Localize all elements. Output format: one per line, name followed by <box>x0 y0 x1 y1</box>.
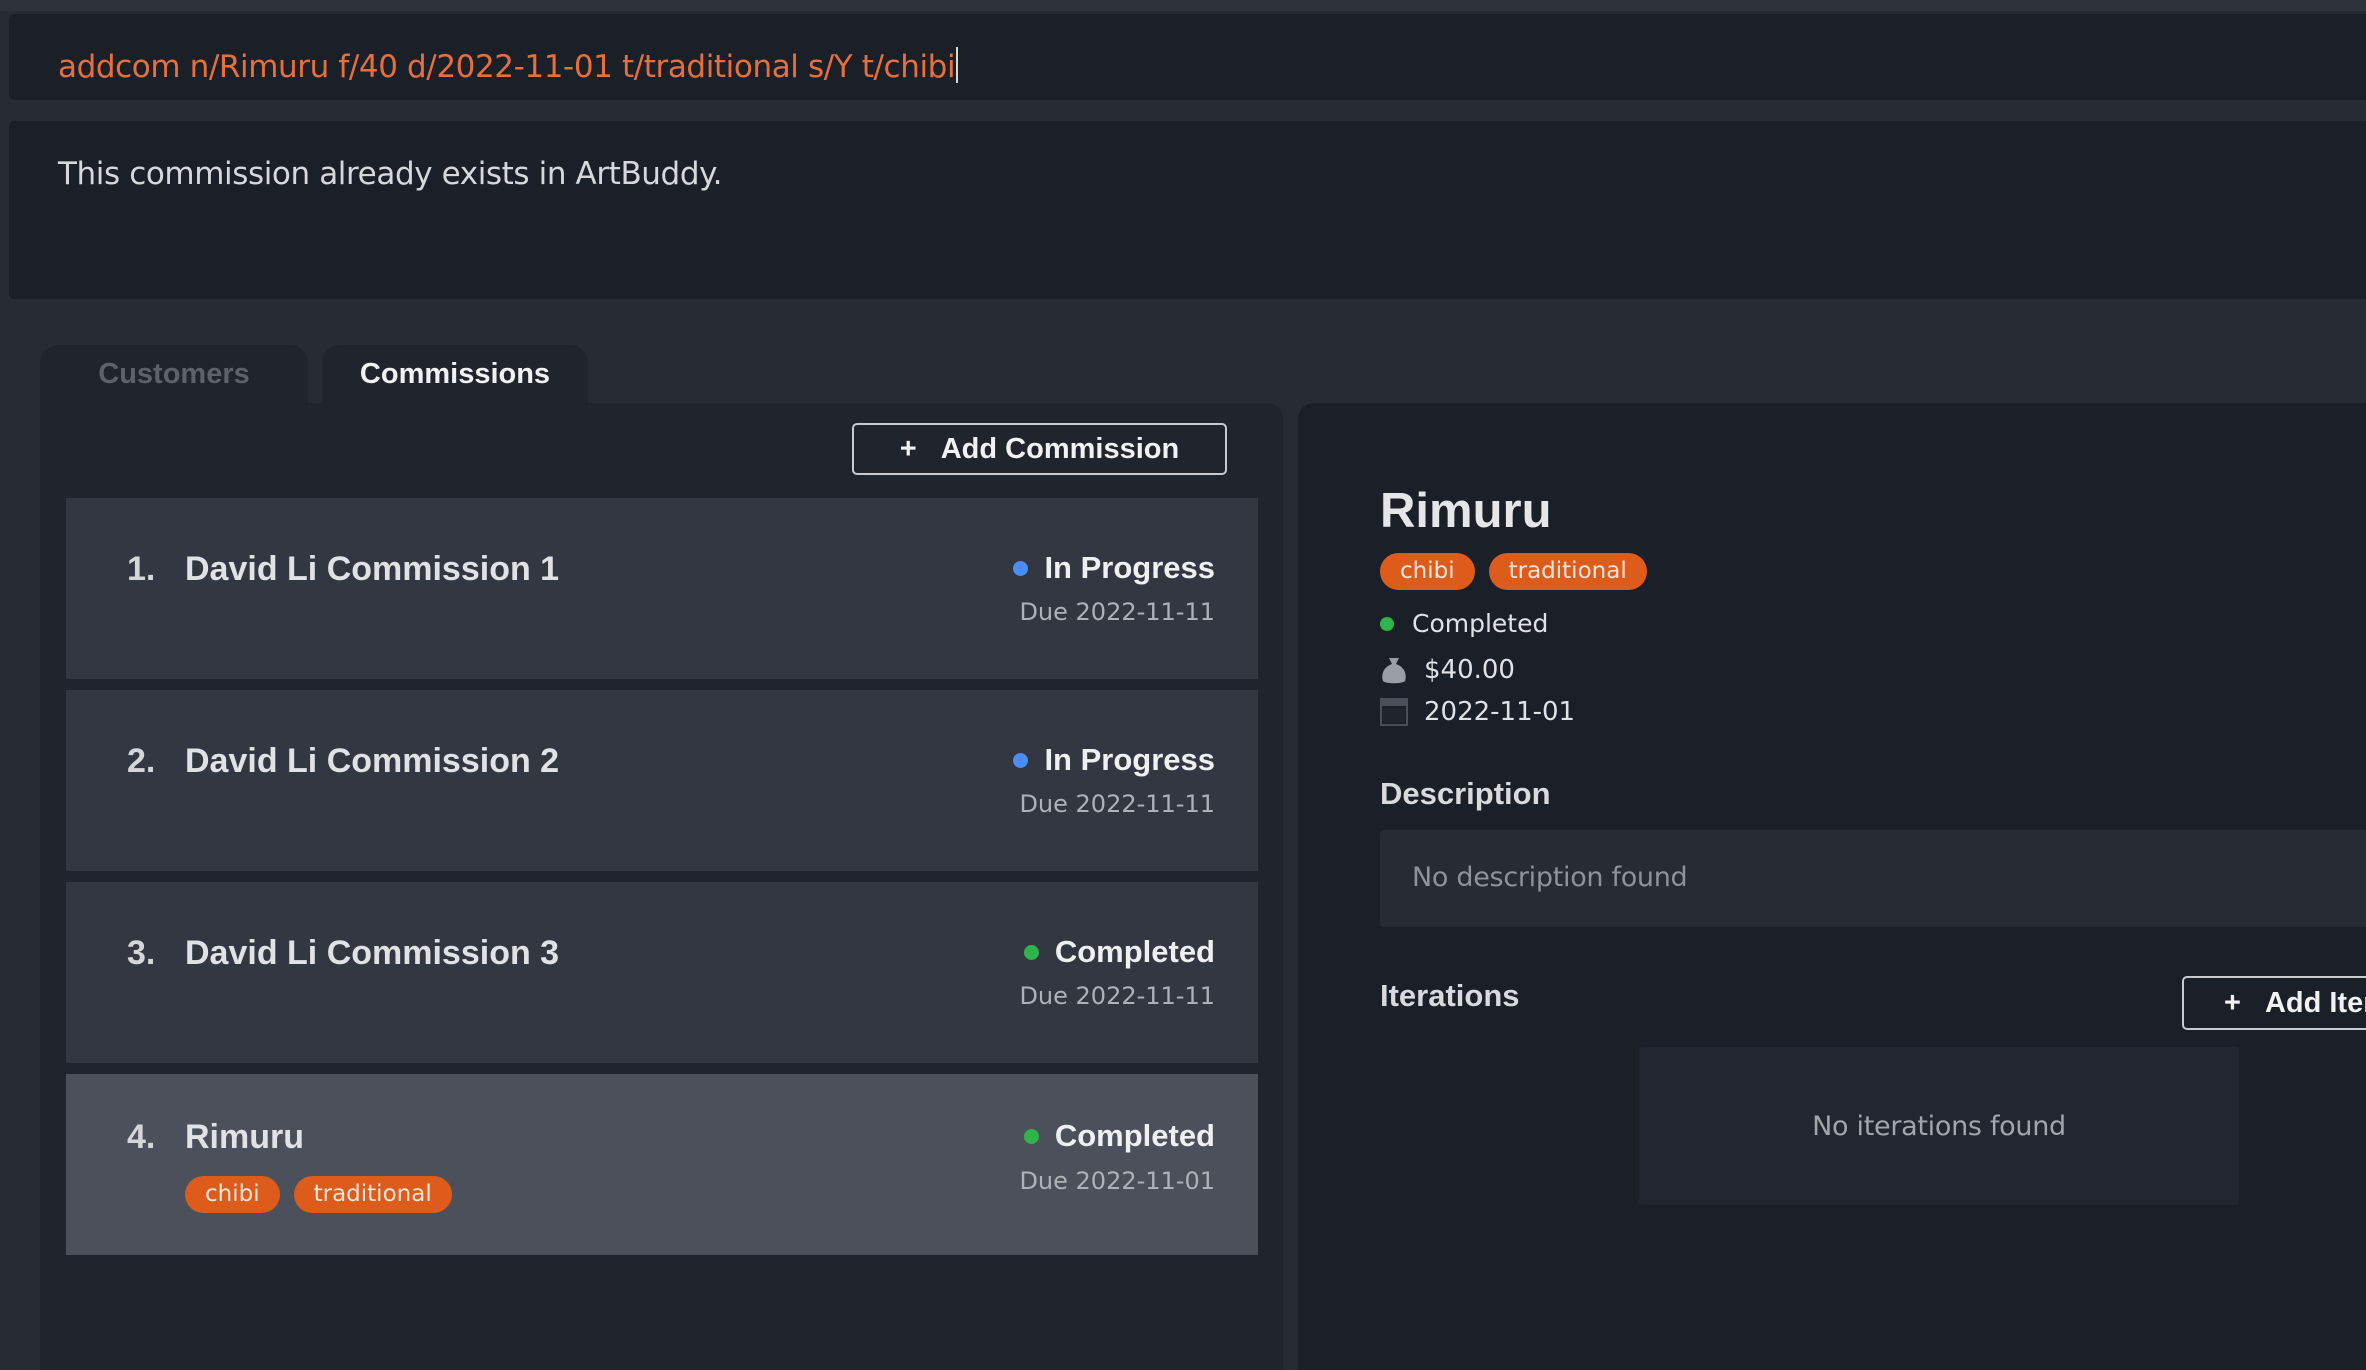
text-caret <box>956 47 959 83</box>
plus-icon: + <box>899 432 917 465</box>
detail-status: Completed <box>1380 609 1548 638</box>
commission-card-selected[interactable]: 4. Rimuru Completed Due 2022-11-01 chibi… <box>66 1074 1258 1255</box>
description-text: No description found <box>1412 862 1688 893</box>
command-input-text: addcom n/Rimuru f/40 d/2022-11-01 t/trad… <box>58 49 956 85</box>
detail-fee-row: $40.00 <box>1380 655 1515 685</box>
status-label: In Progress <box>1044 742 1215 777</box>
calendar-icon <box>1380 698 1408 726</box>
status-dot-icon <box>1013 560 1029 576</box>
tab-customers[interactable]: Customers <box>40 345 308 403</box>
card-index: 4. <box>127 1118 156 1156</box>
description-heading: Description <box>1380 776 1551 811</box>
detail-tag-list: chibi traditional <box>1380 553 1647 590</box>
status-label: Completed <box>1054 934 1215 969</box>
tag: chibi <box>1380 553 1475 590</box>
command-input[interactable]: addcom n/Rimuru f/40 d/2022-11-01 t/trad… <box>58 47 959 85</box>
status-label: In Progress <box>1044 550 1215 585</box>
status-badge: In Progress <box>1013 742 1215 778</box>
money-bag-icon <box>1382 658 1406 684</box>
card-title: David Li Commission 2 <box>185 742 560 780</box>
status-dot-icon <box>1023 944 1039 960</box>
card-title: David Li Commission 1 <box>185 550 560 588</box>
description-box: No description found <box>1380 830 2366 927</box>
add-commission-label: Add Commission <box>940 432 1180 465</box>
detail-date-row: 2022-11-01 <box>1380 697 1575 727</box>
tag: traditional <box>293 1176 452 1213</box>
detail-date: 2022-11-01 <box>1424 697 1576 727</box>
detail-fee: $40.00 <box>1424 655 1515 685</box>
card-index: 3. <box>127 934 156 972</box>
due-date: Due 2022-11-11 <box>1019 982 1215 1010</box>
status-badge: Completed <box>1023 1118 1215 1154</box>
card-title: Rimuru <box>185 1118 304 1156</box>
due-date: Due 2022-11-11 <box>1019 790 1215 818</box>
card-index: 2. <box>127 742 156 780</box>
commission-card[interactable]: 2. David Li Commission 2 In Progress Due… <box>66 690 1258 871</box>
status-dot-icon <box>1013 752 1029 768</box>
app-window: addcom n/Rimuru f/40 d/2022-11-01 t/trad… <box>0 0 2366 1370</box>
tab-commissions[interactable]: Commissions <box>322 345 588 403</box>
window-top-strip <box>0 0 2366 11</box>
commission-card[interactable]: 1. David Li Commission 1 In Progress Due… <box>66 498 1258 679</box>
card-title: David Li Commission 3 <box>185 934 560 972</box>
result-display: This commission already exists in ArtBud… <box>9 121 2366 299</box>
add-commission-button[interactable]: + Add Commission <box>852 423 1227 475</box>
status-badge: Completed <box>1023 934 1215 970</box>
result-message: This commission already exists in ArtBud… <box>58 156 723 192</box>
tag: chibi <box>185 1176 280 1213</box>
tag-list: chibi traditional <box>185 1176 452 1213</box>
due-date: Due 2022-11-01 <box>1019 1167 1215 1195</box>
commission-card[interactable]: 3. David Li Commission 3 Completed Due 2… <box>66 882 1258 1063</box>
iterations-empty-text: No iterations found <box>1812 1110 2066 1142</box>
plus-icon: + <box>2224 986 2241 1019</box>
status-badge: In Progress <box>1013 550 1215 586</box>
add-iteration-button[interactable]: + Add Iteration <box>2182 976 2366 1030</box>
command-box[interactable]: addcom n/Rimuru f/40 d/2022-11-01 t/trad… <box>9 14 2366 100</box>
add-iteration-label: Add Iteration <box>2264 986 2366 1019</box>
iterations-heading: Iterations <box>1380 978 1520 1013</box>
iterations-empty-box: No iterations found <box>1639 1047 2239 1205</box>
card-index: 1. <box>127 550 156 588</box>
status-dot-icon <box>1023 1128 1039 1144</box>
detail-status-label: Completed <box>1412 609 1549 638</box>
tag: traditional <box>1488 553 1647 590</box>
status-dot-icon <box>1380 616 1394 631</box>
detail-title: Rimuru <box>1380 484 1552 538</box>
due-date: Due 2022-11-11 <box>1019 598 1215 626</box>
status-label: Completed <box>1054 1118 1215 1153</box>
